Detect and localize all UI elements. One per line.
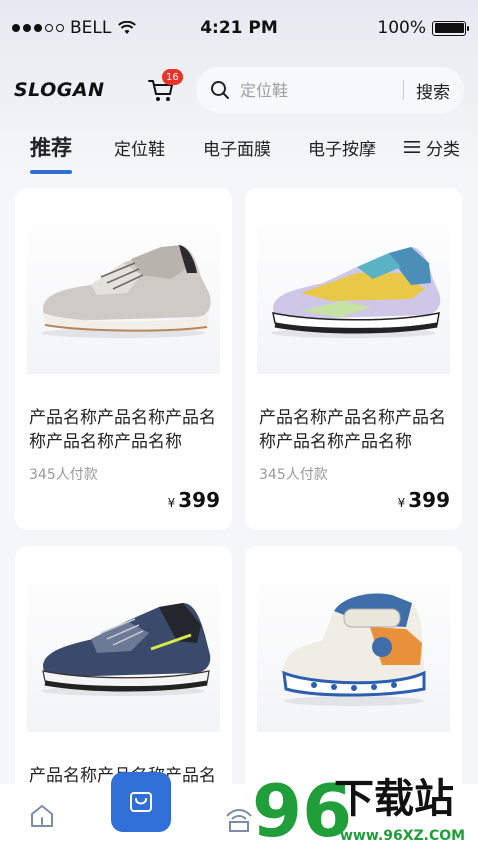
search-divider: [403, 80, 404, 100]
product-title: 产品名称产品名称产品名称产品名称产品名称: [259, 408, 446, 452]
search-button[interactable]: 搜索: [416, 78, 450, 103]
shoe-image: [41, 245, 211, 338]
brand-logo: SLOGAN: [14, 79, 105, 101]
site-watermark: 96 下载站 www.96XZ.COM: [252, 766, 478, 850]
store-icon[interactable]: [224, 806, 254, 832]
tab-electronic-massage[interactable]: 电子按摩: [308, 135, 376, 160]
search-bar: 搜索: [196, 67, 464, 113]
watermark-logo: 96 下载站 www.96XZ.COM: [252, 769, 465, 850]
tab-label: 电子面膜: [203, 139, 271, 160]
tab-recommended[interactable]: 推荐: [30, 132, 72, 174]
search-icon: [211, 81, 229, 99]
product-image: [257, 560, 450, 732]
tab-categories[interactable]: 分类: [404, 135, 460, 160]
tab-label: 电子按摩: [308, 139, 376, 160]
product-image: [257, 202, 450, 374]
product-card[interactable]: 产品名称产品名称产品名称产品名称产品名称 345人付款 ¥399: [15, 188, 232, 530]
clock: 4:21 PM: [200, 18, 278, 38]
product-title: 产品名称产品名称产品名称产品名称产品名称: [29, 408, 216, 452]
product-price: ¥399: [398, 488, 450, 512]
status-bar: BELL 4:21 PM 100%: [0, 0, 478, 56]
svg-text:www.96XZ.COM: www.96XZ.COM: [340, 828, 465, 844]
sales-count: 345人付款: [259, 467, 328, 483]
cart-button[interactable]: 16: [146, 69, 183, 105]
price-value: 399: [408, 488, 450, 512]
tab-label: 推荐: [30, 136, 72, 160]
product-price: ¥399: [168, 488, 220, 512]
tab-electronic-mask[interactable]: 电子面膜: [203, 135, 271, 160]
battery-percentage: 100%: [377, 18, 426, 38]
product-card[interactable]: 产品名称产品名称产品名称产品名称产品名称 345人付款 ¥399: [245, 188, 462, 530]
home-icon[interactable]: [28, 802, 56, 830]
tab-positioning-shoes[interactable]: 定位鞋: [114, 135, 165, 160]
product-image: [27, 202, 220, 374]
currency-symbol: ¥: [167, 496, 176, 510]
shopping-bag-icon: [130, 792, 152, 812]
price-value: 399: [178, 488, 220, 512]
shopping-bag-button[interactable]: [111, 772, 171, 832]
wifi-icon: [118, 21, 137, 34]
app-header: SLOGAN 16 搜索: [0, 64, 478, 116]
tab-label: 定位鞋: [114, 139, 165, 160]
menu-icon: [404, 141, 420, 153]
signal-strength-icon: [12, 24, 64, 32]
shoe-image: [271, 247, 441, 338]
shoe-image: [41, 603, 211, 696]
cart-count-badge: 16: [162, 69, 183, 85]
active-tab-indicator: [30, 170, 72, 174]
product-image: [27, 560, 220, 732]
battery-icon: [432, 20, 469, 36]
category-tabs: 推荐 定位鞋 电子面膜 电子按摩 分类: [0, 122, 478, 174]
svg-text:下载站: 下载站: [334, 776, 454, 822]
shoe-image: [281, 593, 425, 706]
product-card[interactable]: 产品名称产品名称产品名称: [15, 546, 232, 806]
search-input[interactable]: [240, 80, 390, 100]
currency-symbol: ¥: [397, 496, 406, 510]
tab-label: 分类: [426, 139, 460, 160]
sales-count: 345人付款: [29, 467, 98, 483]
carrier-name: BELL: [70, 18, 112, 38]
